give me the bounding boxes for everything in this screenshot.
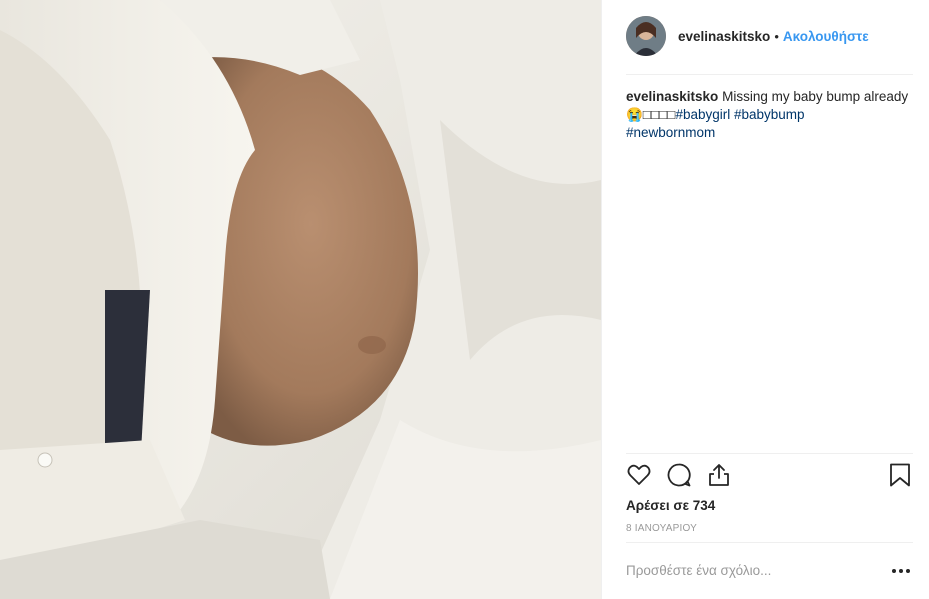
likes-count[interactable]: Αρέσει σε 734: [626, 498, 715, 513]
hashtag-babybump[interactable]: #babybump: [734, 107, 805, 122]
separator-dot: •: [774, 28, 779, 44]
hashtag-newbornmom[interactable]: #newbornmom: [626, 125, 715, 140]
heart-icon[interactable]: [626, 462, 652, 488]
actions-divider: [626, 453, 913, 454]
post-date[interactable]: 8 ΙΑΝΟΥΑΡΙΟΥ: [626, 523, 697, 534]
share-icon[interactable]: [706, 462, 732, 488]
hashtag-babygirl[interactable]: #babygirl: [675, 107, 730, 122]
action-bar: [626, 462, 913, 490]
instagram-post: evelinaskitsko • Ακολουθήστε evelinaskit…: [0, 0, 929, 599]
avatar-image: [626, 16, 666, 56]
caption-text: Missing my baby bump already: [722, 89, 909, 104]
post-photo[interactable]: [0, 0, 601, 599]
post-caption: evelinaskitsko Missing my baby bump alre…: [626, 88, 916, 142]
post-header: evelinaskitsko • Ακολουθήστε: [626, 16, 913, 56]
post-sidebar: evelinaskitsko • Ακολουθήστε evelinaskit…: [601, 0, 929, 599]
more-dots-icon[interactable]: [891, 566, 911, 576]
comment-icon[interactable]: [666, 462, 692, 488]
follow-button[interactable]: Ακολουθήστε: [783, 29, 869, 44]
comment-divider: [626, 542, 913, 543]
caption-username[interactable]: evelinaskitsko: [626, 89, 718, 104]
username-link[interactable]: evelinaskitsko: [678, 29, 770, 44]
header-divider: [626, 74, 913, 75]
post-image: [0, 0, 601, 599]
caption-emoji: 😭□□□□: [626, 107, 676, 122]
avatar[interactable]: [626, 16, 666, 56]
comment-input[interactable]: Προσθέστε ένα σχόλιο...: [626, 563, 886, 578]
bookmark-icon[interactable]: [887, 462, 913, 488]
